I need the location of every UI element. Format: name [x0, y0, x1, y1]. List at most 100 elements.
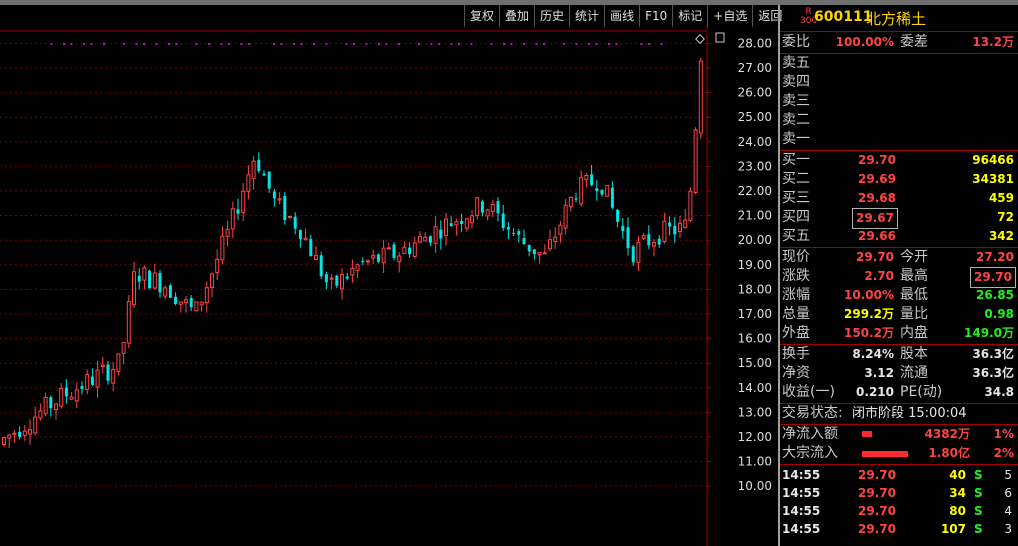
block-inflow-pct: 2% — [993, 446, 1014, 460]
candle-body — [490, 204, 495, 212]
signal-dot — [248, 43, 250, 45]
sell-1-label: 卖一 — [782, 131, 810, 147]
candle-body — [178, 301, 183, 305]
quote-panel: R 300 600111 北方稀土 委比 100.00% 委差 13.2万 卖五… — [780, 5, 1018, 546]
candle-body — [220, 235, 225, 261]
signal-dot — [640, 43, 643, 45]
candle-body — [22, 430, 27, 436]
buy-3-volume: 459 — [988, 191, 1014, 205]
open-value: 27.20 — [976, 250, 1014, 264]
stat-row-pct: 涨幅 10.00% 最低 26.85 — [780, 286, 1016, 305]
change-pct-label: 涨幅 — [782, 287, 810, 303]
toolbar-add-watchlist-button[interactable]: +自选 — [707, 5, 752, 27]
volume-ratio-value: 0.98 — [984, 307, 1014, 321]
pe-label: PE(动) — [900, 384, 943, 400]
candle-body — [230, 208, 235, 230]
float-shares-value: 36.3亿 — [972, 366, 1014, 380]
toolbar-mark-button[interactable]: 标记 — [672, 5, 707, 27]
signal-dot — [470, 43, 473, 45]
candle-body — [537, 252, 542, 256]
tick-side: S — [974, 504, 983, 518]
buy-2-price: 29.69 — [858, 172, 896, 186]
trade-status-value: 闭市阶段 15:00:04 — [852, 406, 967, 421]
toolbar-history-button[interactable]: 历史 — [534, 5, 569, 27]
fund-row-net-assets: 净资 3.12 流通 36.3亿 — [780, 364, 1016, 383]
candle-body — [54, 403, 58, 410]
candle-body — [610, 187, 614, 208]
sell-2-label: 卖二 — [782, 112, 810, 128]
candle-body — [626, 227, 630, 249]
current-price-value: 29.70 — [856, 250, 894, 264]
buy-3-row[interactable]: 买三 29.68 459 — [780, 189, 1016, 208]
candle-body — [7, 434, 12, 439]
candle-body — [210, 273, 214, 288]
signal-dot — [450, 43, 453, 45]
turnover-value: 8.24% — [852, 347, 894, 361]
candle-body — [18, 431, 22, 437]
stat-row-volume: 总量 299.2万 量比 0.98 — [780, 305, 1016, 324]
candle-body — [698, 60, 703, 134]
candle-body — [158, 273, 162, 293]
candle-body — [12, 432, 17, 435]
signal-dot — [313, 43, 315, 45]
candlestick-chart-canvas[interactable]: 28.00 27.00 26.00 25.00 24.00 23.00 22.00 21.00… — [0, 27, 778, 546]
candle-body — [574, 198, 578, 200]
signal-dot — [660, 43, 663, 45]
buy-5-row[interactable]: 买五 29.66 342 — [780, 227, 1016, 246]
candle-body — [288, 216, 292, 219]
toolbar-restore-rights-button[interactable]: 复权 — [464, 5, 499, 27]
weibi-value: 100.00% — [835, 35, 894, 49]
inner-volume-value: 149.0万 — [964, 326, 1014, 340]
candle-body — [236, 209, 240, 214]
candlestick-chart[interactable]: 28.00 27.00 26.00 25.00 24.00 23.00 22.00 21.00… — [0, 27, 778, 546]
candle-body — [376, 254, 380, 262]
sell-2-row: 卖二 — [780, 111, 1016, 130]
net-assets-value: 3.12 — [864, 366, 894, 380]
candle-body — [257, 159, 261, 172]
change-value: 2.70 — [864, 269, 894, 283]
candle-body — [616, 209, 620, 222]
candle-body — [168, 285, 172, 298]
signal-dot — [325, 43, 328, 45]
tick-row: 14:55 29.70 107 S 3 — [780, 520, 1016, 538]
buy-2-volume: 34381 — [972, 172, 1014, 186]
price-tick-label: 27.00 — [738, 61, 772, 75]
candle-body — [246, 174, 251, 192]
candle-body — [641, 235, 646, 239]
signal-dot — [595, 43, 598, 45]
signal-dot — [398, 43, 400, 45]
candle-body — [527, 244, 531, 252]
candle-body — [80, 386, 84, 389]
candle-body — [584, 174, 589, 181]
price-tick-label: 16.00 — [738, 332, 772, 346]
signal-dot — [175, 43, 178, 45]
toolbar-f10-button[interactable]: F10 — [639, 5, 672, 27]
toolbar-draw-line-button[interactable]: 画线 — [604, 5, 639, 27]
signal-dot — [168, 43, 170, 45]
signal-dot — [385, 43, 388, 45]
candle-body — [148, 270, 152, 289]
candle-body — [605, 184, 610, 197]
buy-1-row[interactable]: 买一 29.70 96466 — [780, 151, 1016, 170]
candle-body — [262, 173, 266, 176]
tick-time: 14:55 — [782, 522, 821, 536]
candle-body — [392, 244, 396, 258]
toolbar-statistics-button[interactable]: 统计 — [569, 5, 604, 27]
candle-body — [277, 198, 282, 201]
signal-dot — [543, 43, 545, 45]
candle-body — [397, 255, 402, 263]
price-tick-label: 18.00 — [738, 282, 772, 296]
signal-dot — [83, 43, 85, 45]
price-tick-label: 22.00 — [738, 184, 772, 198]
low-label: 最低 — [900, 287, 928, 303]
toolbar-overlay-button[interactable]: 叠加 — [499, 5, 534, 27]
candle-body — [69, 396, 74, 400]
signal-dot — [103, 43, 105, 45]
candle-body — [590, 174, 594, 186]
candle-body — [532, 249, 536, 255]
tick-row: 14:55 29.70 34 S 6 — [780, 484, 1016, 502]
tick-volume: 34 — [949, 486, 966, 500]
signal-dot — [523, 43, 525, 45]
buy-4-row[interactable]: 买四 29.67 72 — [780, 208, 1016, 229]
buy-2-row[interactable]: 买二 29.69 34381 — [780, 170, 1016, 189]
